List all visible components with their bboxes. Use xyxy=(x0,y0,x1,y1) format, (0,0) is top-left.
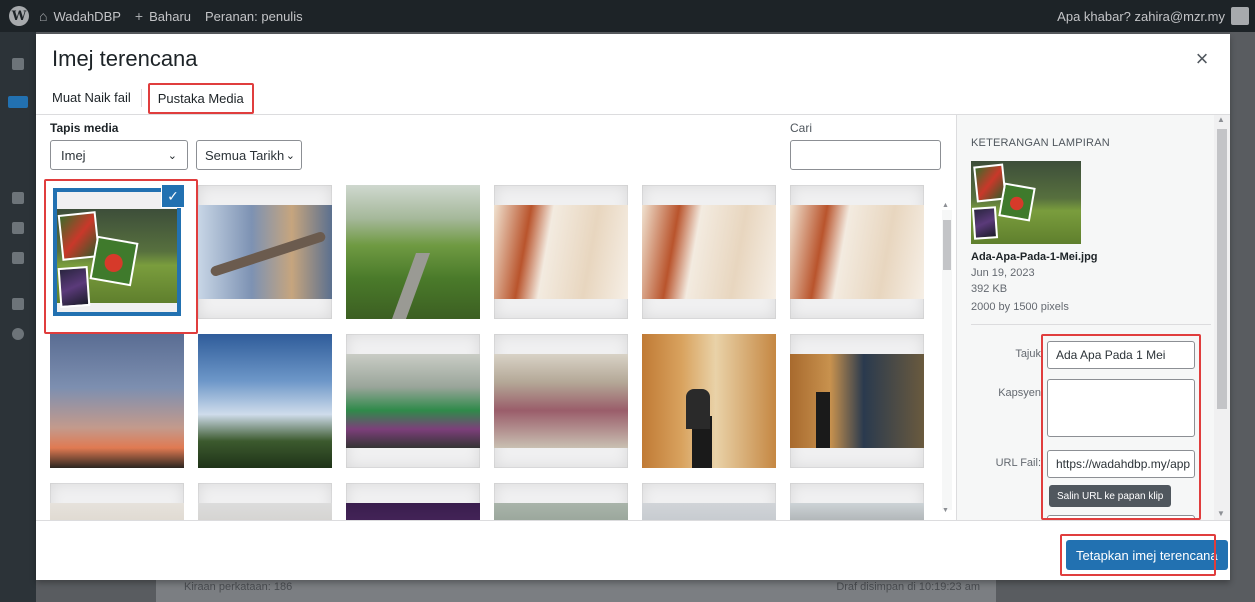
check-icon[interactable]: ✓ xyxy=(162,185,184,207)
attachment-filename: Ada-Apa-Pada-1-Mei.jpg xyxy=(971,251,1098,263)
attachment-item[interactable] xyxy=(346,185,480,319)
modal-tabs: Muat Naik fail Pustaka Media xyxy=(52,82,254,114)
pages-icon[interactable] xyxy=(12,222,24,234)
media-browser: Tapis media Imej ⌄ Semua Tarikh ⌄ Cari ✓ xyxy=(36,115,956,520)
scroll-up-icon[interactable]: ▲ xyxy=(942,202,949,209)
attachment-item[interactable] xyxy=(494,185,628,319)
file-url-field[interactable]: https://wadahdbp.my/app xyxy=(1047,450,1195,478)
media-icon[interactable] xyxy=(12,192,24,204)
attachment-item[interactable] xyxy=(790,334,924,468)
file-url-value: https://wadahdbp.my/app xyxy=(1056,457,1191,471)
media-modal: Imej terencana × Muat Naik fail Pustaka … xyxy=(36,34,1230,580)
attachment-item[interactable] xyxy=(790,185,924,319)
scroll-down-icon[interactable]: ▼ xyxy=(1217,509,1225,518)
copy-url-button[interactable]: Salin URL ke papan klip xyxy=(1049,485,1172,507)
collapse-icon[interactable] xyxy=(12,328,24,340)
close-icon[interactable]: × xyxy=(1190,48,1214,72)
modal-title: Imej terencana xyxy=(52,46,198,71)
scroll-down-icon[interactable]: ▼ xyxy=(942,507,949,514)
posts-icon[interactable] xyxy=(8,96,28,108)
comments-icon[interactable] xyxy=(12,252,24,264)
caption-label: Kapsyen xyxy=(998,387,1041,399)
attachment-thumbnail xyxy=(198,334,332,468)
dashboard-icon[interactable] xyxy=(12,58,24,70)
attachment-item[interactable] xyxy=(790,483,924,520)
admin-menu xyxy=(0,32,36,602)
grid-scrollbar[interactable]: ▲ ▼ xyxy=(942,202,952,514)
scroll-up-icon[interactable]: ▲ xyxy=(1217,115,1225,124)
set-featured-image-button[interactable]: Tetapkan imej terencana xyxy=(1066,540,1228,570)
attachment-thumbnail xyxy=(494,503,628,520)
attachment-item[interactable] xyxy=(50,483,184,520)
admin-bar: W ⌂ WadahDBP + Baharu Peranan: penulis A… xyxy=(0,0,1255,32)
attachment-item[interactable] xyxy=(494,334,628,468)
tab-upload-files[interactable]: Muat Naik fail xyxy=(52,86,137,111)
title-value: Ada Apa Pada 1 Mei xyxy=(1056,348,1166,362)
attachment-thumbnail xyxy=(642,205,776,299)
attachment-thumbnail xyxy=(57,209,177,308)
admin-bar-new[interactable]: + Baharu xyxy=(135,8,191,24)
greeting: Apa khabar? zahira@mzr.my xyxy=(1057,8,1225,24)
admin-bar-account[interactable]: Apa khabar? zahira@mzr.my xyxy=(1057,7,1249,25)
attachment-thumbnail xyxy=(346,185,480,319)
attachment-thumbnail xyxy=(198,205,332,299)
attachment-item[interactable] xyxy=(642,483,776,520)
attachment-thumbnail xyxy=(198,503,332,520)
profile-icon[interactable] xyxy=(12,298,24,310)
home-icon: ⌂ xyxy=(39,8,48,24)
divider xyxy=(971,324,1211,325)
avatar xyxy=(1231,7,1249,25)
caption-field[interactable] xyxy=(1047,379,1195,437)
admin-bar-role: Peranan: penulis xyxy=(205,9,303,24)
attachment-thumbnail xyxy=(790,354,924,448)
wordpress-logo-icon[interactable]: W xyxy=(9,6,29,26)
attachment-item[interactable] xyxy=(198,334,332,468)
attachment-thumbnail xyxy=(642,334,776,468)
attachment-thumbnail xyxy=(346,503,480,520)
attachment-details-heading: KETERANGAN LAMPIRAN xyxy=(971,137,1110,149)
attachment-thumbnail xyxy=(50,503,184,520)
attachment-item[interactable] xyxy=(642,334,776,468)
admin-bar-site[interactable]: ⌂ WadahDBP xyxy=(39,8,121,24)
role-label: Peranan: penulis xyxy=(205,8,303,24)
word-count: Kiraan perkataan: 186 xyxy=(184,581,293,593)
site-name: WadahDBP xyxy=(53,8,121,24)
attachment-thumbnail xyxy=(50,334,184,468)
attachment-thumbnail xyxy=(346,354,480,448)
attachments-grid: ✓ xyxy=(36,115,956,520)
attachment-dimensions: 2000 by 1500 pixels xyxy=(971,301,1069,313)
attachment-item[interactable] xyxy=(198,483,332,520)
scroll-thumb[interactable] xyxy=(943,220,951,270)
new-label: Baharu xyxy=(149,8,192,24)
attachment-item[interactable] xyxy=(198,185,332,319)
attachment-date: Jun 19, 2023 xyxy=(971,267,1035,279)
plus-icon: + xyxy=(134,8,144,24)
title-label: Tajuk xyxy=(1015,348,1041,360)
attachment-thumbnail xyxy=(790,205,924,299)
attachment-thumbnail xyxy=(494,205,628,299)
modal-toolbar: Tetapkan imej terencana xyxy=(36,520,1230,580)
attachment-thumbnail xyxy=(790,503,924,520)
attachment-item[interactable] xyxy=(346,483,480,520)
draft-status: Draf disimpan di 10:19:23 am xyxy=(836,581,980,593)
attachment-preview xyxy=(971,161,1081,244)
attachment-item[interactable]: ✓ xyxy=(50,185,184,319)
sidebar-scrollbar[interactable]: ▲ ▼ xyxy=(1214,115,1230,520)
tab-media-library[interactable]: Pustaka Media xyxy=(147,82,254,114)
attachment-size: 392 KB xyxy=(971,283,1008,295)
scroll-thumb[interactable] xyxy=(1217,129,1227,409)
tab-separator xyxy=(140,89,142,107)
attachment-thumbnail xyxy=(642,503,776,520)
attachment-details: KETERANGAN LAMPIRAN Ada-Apa-Pada-1-Mei.j… xyxy=(956,115,1230,520)
attachment-item[interactable] xyxy=(50,334,184,468)
attachment-item[interactable] xyxy=(494,483,628,520)
attachment-item[interactable] xyxy=(642,185,776,319)
url-label: URL Fail: xyxy=(995,457,1041,469)
attachment-thumbnail xyxy=(494,354,628,448)
title-field[interactable]: Ada Apa Pada 1 Mei xyxy=(1047,341,1195,369)
attachment-item[interactable] xyxy=(346,334,480,468)
